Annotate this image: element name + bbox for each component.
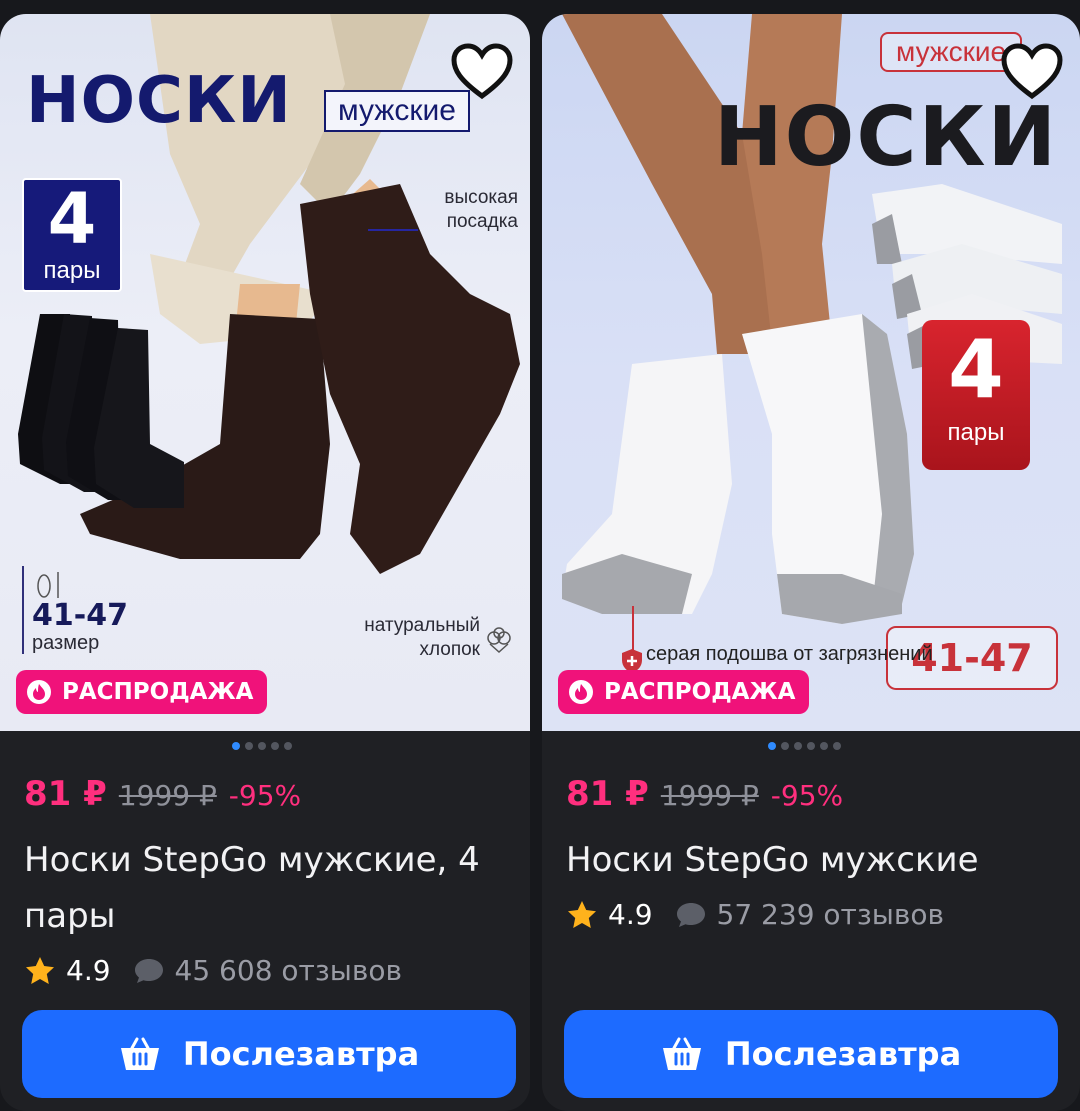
carousel-dot	[833, 742, 841, 750]
size-word: размер	[32, 632, 100, 654]
carousel-dot	[794, 742, 802, 750]
carousel-dots	[768, 742, 841, 750]
discount-percent: -95%	[770, 779, 844, 812]
fire-icon	[569, 680, 593, 704]
current-price: 81 ₽	[24, 774, 107, 814]
size-number: 41-47	[32, 598, 128, 633]
old-price: 1999 ₽	[118, 779, 217, 812]
favorite-heart-icon[interactable]	[1000, 42, 1064, 102]
pairs-word: пары	[43, 257, 101, 284]
rating-value: 4.9	[608, 898, 653, 931]
product-photo[interactable]: мужские НОСКИ 4 пары 41-47 серая подошва…	[542, 14, 1080, 731]
size-label: 41-47 размер	[22, 566, 128, 654]
product-photo[interactable]: НОСКИ мужские 4 пары высокая посадка 41-…	[0, 14, 530, 731]
pairs-number: 4	[948, 323, 1004, 416]
callout-line	[632, 606, 634, 650]
carousel-dot	[258, 742, 266, 750]
feature-label-fit: высокая посадка	[444, 187, 518, 232]
carousel-dot	[284, 742, 292, 750]
delivery-button[interactable]: Послезавтра	[22, 1010, 516, 1098]
reviews-count: 57 239 отзывов	[716, 898, 944, 931]
carousel-dot	[245, 742, 253, 750]
carousel-dot	[768, 742, 776, 750]
foot-size-icon	[32, 566, 128, 600]
carousel-dot	[271, 742, 279, 750]
promo-title: НОСКИ	[714, 90, 1059, 185]
carousel-dot	[807, 742, 815, 750]
sale-badge: РАСПРОДАЖА	[558, 670, 810, 714]
carousel-dot	[781, 742, 789, 750]
price-row: 81 ₽ 1999 ₽ -95%	[24, 774, 301, 814]
product-card-1[interactable]: НОСКИ мужские 4 пары высокая посадка 41-…	[0, 14, 530, 1111]
sale-badge: РАСПРОДАЖА	[16, 670, 268, 714]
price-row: 81 ₽ 1999 ₽ -95%	[566, 774, 843, 814]
product-card-2[interactable]: мужские НОСКИ 4 пары 41-47 серая подошва…	[542, 14, 1080, 1111]
delivery-button-label: Послезавтра	[182, 1035, 420, 1073]
rating-value: 4.9	[66, 954, 111, 987]
basket-icon	[662, 1037, 701, 1070]
discount-percent: -95%	[228, 779, 302, 812]
current-price: 81 ₽	[566, 774, 649, 814]
product-title[interactable]: Носки StepGo мужские	[566, 832, 1058, 888]
reviews-bubble-icon	[134, 958, 163, 983]
star-icon	[26, 956, 54, 984]
feature-label-sole: серая подошва от загрязнений	[646, 643, 933, 665]
pairs-number: 4	[47, 178, 97, 260]
sale-badge-label: РАСПРОДАЖА	[62, 679, 254, 705]
feature-label-cotton: натуральный хлопок	[364, 615, 480, 660]
star-icon	[568, 900, 596, 928]
reviews-count: 45 608 отзывов	[174, 954, 402, 987]
rating-row: 4.9 57 239 отзывов	[566, 898, 944, 931]
reviews-bubble-icon	[676, 902, 705, 927]
cotton-icon	[487, 627, 511, 654]
carousel-dot	[820, 742, 828, 750]
favorite-heart-icon[interactable]	[450, 42, 514, 102]
carousel-dots	[232, 742, 292, 750]
pairs-count-badge: 4 пары	[922, 320, 1030, 470]
delivery-button-label: Послезавтра	[724, 1035, 962, 1073]
promo-title: НОСКИ	[26, 64, 292, 138]
basket-icon	[120, 1037, 159, 1070]
carousel-dot	[232, 742, 240, 750]
delivery-button[interactable]: Послезавтра	[564, 1010, 1058, 1098]
rating-row: 4.9 45 608 отзывов	[24, 954, 402, 987]
promo-subtitle: мужские	[324, 90, 470, 132]
pairs-word: пары	[947, 419, 1005, 446]
product-title[interactable]: Носки StepGo мужские, 4 пары	[24, 832, 516, 944]
pairs-count-badge: 4 пары	[22, 178, 122, 292]
sale-badge-label: РАСПРОДАЖА	[604, 679, 796, 705]
old-price: 1999 ₽	[660, 779, 759, 812]
fire-icon	[27, 680, 51, 704]
